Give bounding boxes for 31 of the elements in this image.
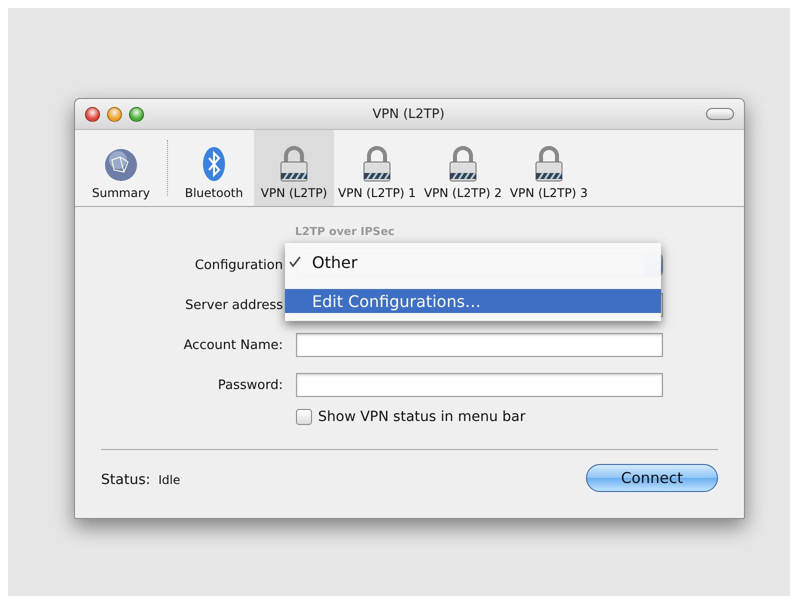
menu-item[interactable]: Edit Configurations… [285,289,661,313]
field-label: Server address [185,298,283,312]
input-field[interactable] [296,333,663,357]
checkbox-label: Show VPN status in menu bar [318,409,526,425]
input-field[interactable] [296,373,663,397]
toolbar-item[interactable]: VPN (L2TP) 3 [506,130,592,206]
toolbar-item[interactable]: VPN (L2TP) 1 [334,130,420,206]
padlock-icon [360,146,393,182]
toolbar-item[interactable]: VPN (L2TP) 2 [420,130,506,206]
zoom-button[interactable] [129,106,144,122]
padlock-icon [532,146,565,182]
window-title: VPN (L2TP) [371,106,446,122]
padlock-icon [446,146,479,182]
checkbox[interactable] [296,409,312,425]
globe-icon [104,148,138,182]
padlock-icon [278,146,310,182]
toolbar-item[interactable]: Summary [81,130,161,206]
close-button[interactable] [85,106,100,122]
toolbar-item[interactable]: Bluetooth [174,130,254,206]
toolbar-item[interactable]: VPN (L2TP) [254,130,334,206]
toolbar-toggle-button[interactable] [706,108,734,120]
field-label: Configuration [194,258,283,272]
subtitle: L2TP over IPSec [295,225,396,239]
connect-button[interactable]: Connect [586,464,718,492]
field-label: Password: [218,378,283,392]
status-value: Idle [158,472,180,486]
field-label: Account Name: [184,338,283,352]
minimize-button[interactable] [107,106,122,122]
status-label: Status: [101,472,150,488]
menu-item[interactable]: Other [285,247,661,277]
bluetooth-icon [202,146,226,182]
